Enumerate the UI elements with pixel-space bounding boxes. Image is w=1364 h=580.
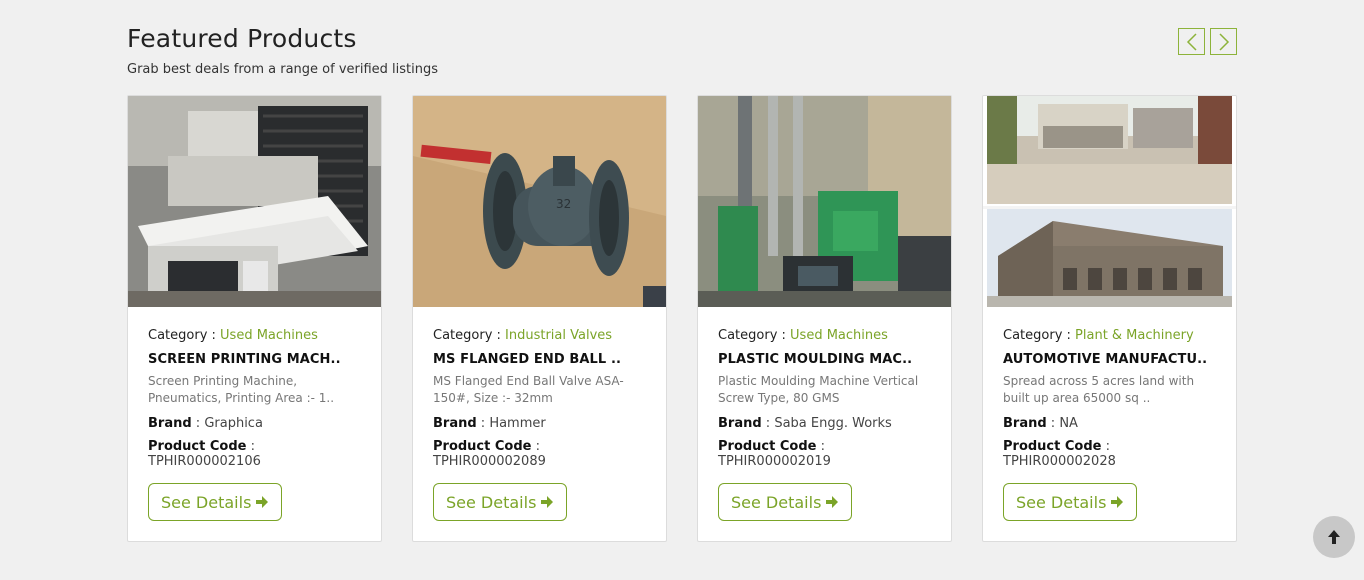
product-name[interactable]: PLASTIC MOULDING MAC..: [718, 352, 931, 367]
see-details-label: See Details: [161, 492, 252, 512]
carousel-prev-button[interactable]: [1178, 28, 1205, 55]
arrow-right-icon: [826, 496, 839, 508]
category-link[interactable]: Used Machines: [790, 328, 888, 343]
product-brand: Brand : NA: [1003, 416, 1078, 431]
product-description: MS Flanged End Ball Valve ASA-150#, Size…: [433, 374, 624, 405]
arrow-right-icon: [1111, 496, 1124, 508]
ball-valve-photo[interactable]: 32: [413, 96, 666, 307]
featured-products-section: Featured Products Grab best deals from a…: [0, 0, 1364, 580]
product-code: Product Code : TPHIR000002089: [433, 439, 546, 469]
see-details-label: See Details: [731, 492, 822, 512]
product-card[interactable]: Category : Used Machines PLASTIC MOULDIN…: [697, 95, 952, 542]
section-subtitle: Grab best deals from a range of verified…: [127, 62, 439, 77]
category-link[interactable]: Industrial Valves: [505, 328, 612, 343]
chevron-left-icon: [1186, 32, 1197, 51]
product-category: Category : Used Machines: [148, 328, 318, 343]
svg-text:32: 32: [556, 197, 571, 211]
product-description: Plastic Moulding Machine Vertical Screw …: [718, 374, 919, 405]
see-details-button[interactable]: See Details: [433, 483, 568, 521]
factory-building-photo[interactable]: [983, 96, 1236, 307]
product-category: Category : Plant & Machinery: [1003, 328, 1194, 343]
product-category: Category : Used Machines: [718, 328, 888, 343]
chevron-right-icon: [1218, 32, 1229, 51]
product-code: Product Code : TPHIR000002019: [718, 439, 831, 469]
see-details-button[interactable]: See Details: [718, 483, 853, 521]
product-card[interactable]: Category : Plant & Machinery AUTOMOTIVE …: [982, 95, 1237, 542]
product-description: Spread across 5 acres land with built up…: [1003, 374, 1195, 405]
product-brand: Brand : Graphica: [148, 416, 263, 431]
category-link[interactable]: Used Machines: [220, 328, 318, 343]
see-details-label: See Details: [446, 492, 537, 512]
product-name[interactable]: AUTOMOTIVE MANUFACTU..: [1003, 352, 1216, 367]
scroll-to-top-button[interactable]: [1313, 516, 1355, 558]
product-description: Screen Printing Machine, Pneumatics, Pri…: [148, 374, 335, 405]
see-details-label: See Details: [1016, 492, 1107, 512]
arrow-up-icon: [1328, 530, 1340, 544]
product-code: Product Code : TPHIR000002106: [148, 439, 261, 469]
product-card[interactable]: Category : Used Machines SCREEN PRINTING…: [127, 95, 382, 542]
see-details-button[interactable]: See Details: [148, 483, 283, 521]
arrow-right-icon: [541, 496, 554, 508]
section-title: Featured Products: [127, 24, 357, 53]
product-name[interactable]: SCREEN PRINTING MACH..: [148, 352, 361, 367]
product-brand: Brand : Hammer: [433, 416, 546, 431]
product-card[interactable]: 32 Category : Industrial Valves MS FLANG…: [412, 95, 667, 542]
product-code: Product Code : TPHIR000002028: [1003, 439, 1116, 469]
carousel-next-button[interactable]: [1210, 28, 1237, 55]
screen-printing-machine-photo[interactable]: [128, 96, 381, 307]
product-category: Category : Industrial Valves: [433, 328, 613, 343]
plastic-moulding-machine-photo[interactable]: [698, 96, 951, 307]
product-brand: Brand : Saba Engg. Works: [718, 416, 892, 431]
see-details-button[interactable]: See Details: [1003, 483, 1138, 521]
category-link[interactable]: Plant & Machinery: [1075, 328, 1194, 343]
product-name[interactable]: MS FLANGED END BALL ..: [433, 352, 646, 367]
arrow-right-icon: [256, 496, 269, 508]
